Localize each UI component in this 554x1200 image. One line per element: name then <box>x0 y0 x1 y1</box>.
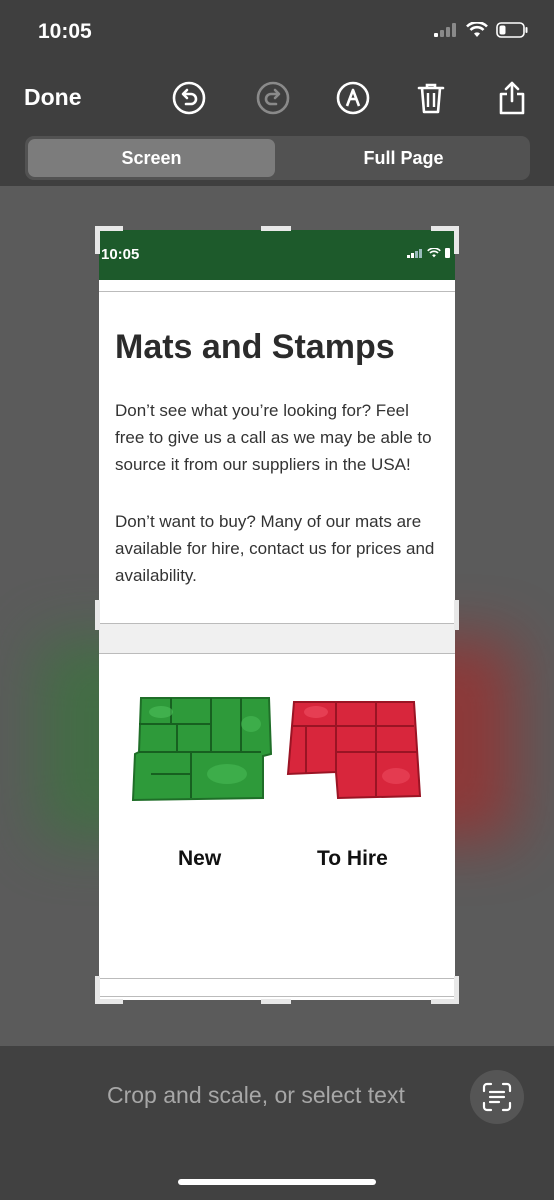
preview-status-icons <box>407 248 451 258</box>
new-mats-link[interactable]: New <box>178 847 221 871</box>
cellular-signal-icon <box>407 248 422 258</box>
home-indicator[interactable] <box>178 1179 376 1185</box>
full-page-segment[interactable]: Full Page <box>280 139 527 177</box>
intro-paragraph: Don’t see what you’re looking for? Feel … <box>115 401 432 474</box>
hire-paragraph: Don’t want to buy? Many of our mats are … <box>115 512 435 585</box>
screenshot-preview[interactable]: 10:05 Mats and Stamps Don’t see what you… <box>99 230 455 1000</box>
wifi-icon <box>427 248 441 258</box>
mats-section: New To Hire <box>99 654 455 874</box>
battery-icon <box>445 248 450 258</box>
live-text-button[interactable] <box>470 1070 524 1124</box>
status-time: 10:05 <box>38 20 92 43</box>
preview-footer-line <box>99 996 455 997</box>
trash-icon <box>417 83 445 114</box>
preview-footer-line <box>99 978 455 979</box>
live-text-icon <box>482 1082 512 1112</box>
status-icons <box>434 22 528 38</box>
crop-hint-text: Crop and scale, or select text <box>107 1082 405 1108</box>
hire-mats-link[interactable]: To Hire <box>317 847 388 871</box>
preview-status-bar: 10:05 <box>99 230 455 280</box>
top-bar: 10:05 Done Screen Full Page <box>0 0 554 186</box>
bottom-bar: Crop and scale, or select text <box>0 1046 554 1200</box>
markup-icon <box>336 81 370 115</box>
redo-icon <box>256 81 290 115</box>
share-icon <box>499 81 525 115</box>
preview-status-time: 10:05 <box>101 246 140 263</box>
green-stamp-mat-image <box>131 697 273 802</box>
delete-button[interactable] <box>413 80 449 116</box>
wifi-icon <box>466 22 488 37</box>
page-title: Mats and Stamps <box>115 328 395 366</box>
redo-button[interactable] <box>255 80 291 116</box>
screen-segment[interactable]: Screen <box>28 139 275 177</box>
preview-divider <box>99 291 455 292</box>
done-button[interactable]: Done <box>24 84 82 111</box>
red-stamp-mat-image <box>286 701 422 800</box>
battery-icon <box>496 22 528 38</box>
undo-button[interactable] <box>171 80 207 116</box>
undo-icon <box>172 81 206 115</box>
cellular-signal-icon <box>434 23 456 37</box>
markup-toolbar: Done <box>0 72 554 126</box>
share-button[interactable] <box>494 80 530 116</box>
markup-button[interactable] <box>335 80 371 116</box>
section-divider-band <box>99 623 455 654</box>
screenshot-mode-segmented-control: Screen Full Page <box>25 136 530 180</box>
